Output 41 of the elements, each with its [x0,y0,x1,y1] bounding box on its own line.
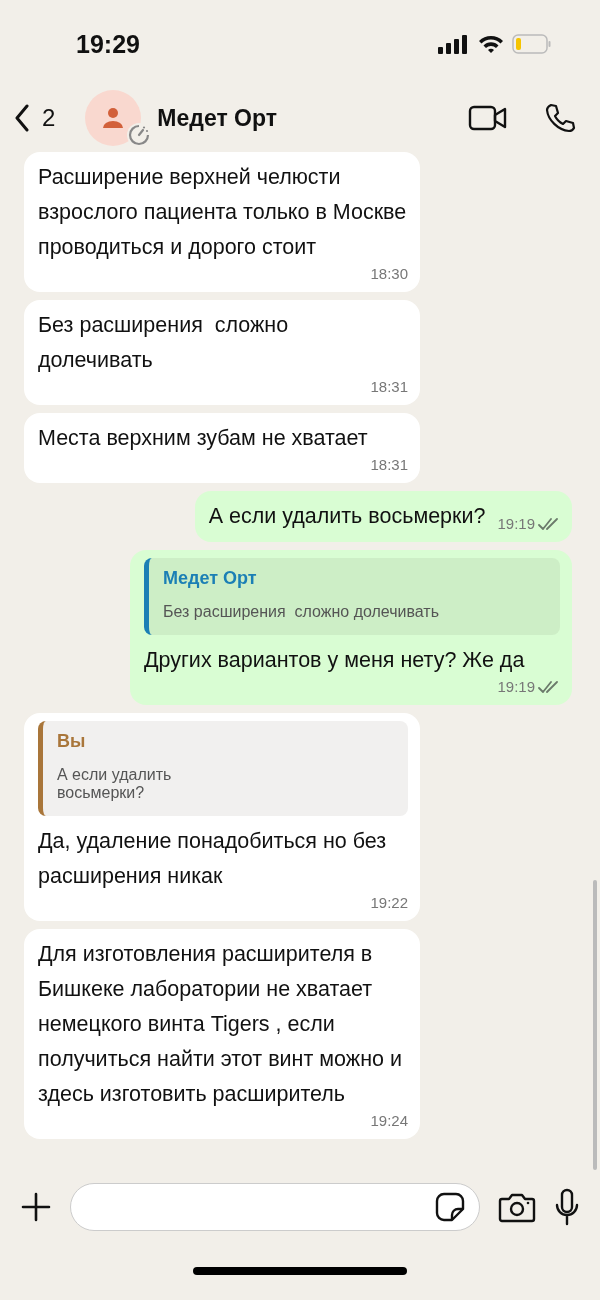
reply-author: Медет Орт [163,568,258,589]
back-icon[interactable] [14,104,30,132]
battery-icon [512,33,552,55]
message-bubble[interactable]: А если удалить восьмерки? 19:19 [194,491,572,542]
camera-icon[interactable] [498,1191,536,1223]
message-time: 18:31 [370,378,408,395]
message-bubble[interactable]: Расширение верхней челюсти взрослого пациента только в Москве проводиться и дорого стоит 18:30 [24,152,420,292]
reply-author: Вы [57,731,87,752]
timer-icon [126,122,152,148]
message-time: 19:19 [497,678,535,695]
message-text: А если удалить восьмерки? [208,503,486,530]
message-text: Без расширения сложно долечивать [38,312,290,374]
reply-text: А если удалить восьмерки? [57,766,173,802]
message-text: Места верхним зубам не хватает [38,425,368,452]
message-bubble[interactable]: Для изготовления расширителя в Бишкеке лаборатории не хватает немецкого винта Tigers , если получиться найти этот винт можно и здесь изготовить расширитель 19:24 [24,929,420,1139]
message-bubble[interactable]: Места верхним зубам не хватает 18:31 [24,413,420,483]
status-time: 19:29 [76,29,140,59]
message-time: 18:31 [370,456,408,473]
message-input-field[interactable] [70,1183,480,1231]
add-icon[interactable] [20,1191,52,1223]
unread-count[interactable]: 2 [42,104,56,132]
sticker-icon[interactable] [435,1192,465,1222]
message-time: 18:30 [370,265,408,282]
message-text: Расширение верхней челюсти взрослого пациента только в Москве проводиться и дорого стоит [38,164,408,261]
message-text: Да, удаление понадобиться но без расширения никак [38,828,388,890]
message-time: 19:22 [370,894,408,911]
wifi-icon [478,34,504,54]
message-text: Других вариантов у меня нету? Же да [144,647,525,674]
microphone-icon[interactable] [554,1188,580,1226]
message-time: 19:19 [497,515,535,532]
message-time: 19:24 [370,1112,408,1129]
message-bubble[interactable]: Вы А если удалить восьмерки? Да, удаление понадобиться но без расширения никак 19:22 [24,713,420,921]
video-call-icon[interactable] [468,104,508,132]
signal-icon [438,34,470,54]
message-text: Для изготовления расширителя в Бишкеке лаборатории не хватает немецкого винта Tigers , если получиться найти этот винт можно и здесь изготовить расширитель [38,941,403,1108]
message-bubble[interactable]: Медет Орт Без расширения сложно долечивать Других вариантов у меня нету? Же да 19:19 [130,550,572,705]
phone-call-icon[interactable] [544,102,576,134]
message-bubble[interactable]: Без расширения сложно долечивать 18:31 [24,300,420,405]
contact-name[interactable]: Медет Орт [157,104,468,132]
avatar[interactable] [85,90,142,146]
reply-text: Без расширения сложно долечивать [163,603,441,621]
